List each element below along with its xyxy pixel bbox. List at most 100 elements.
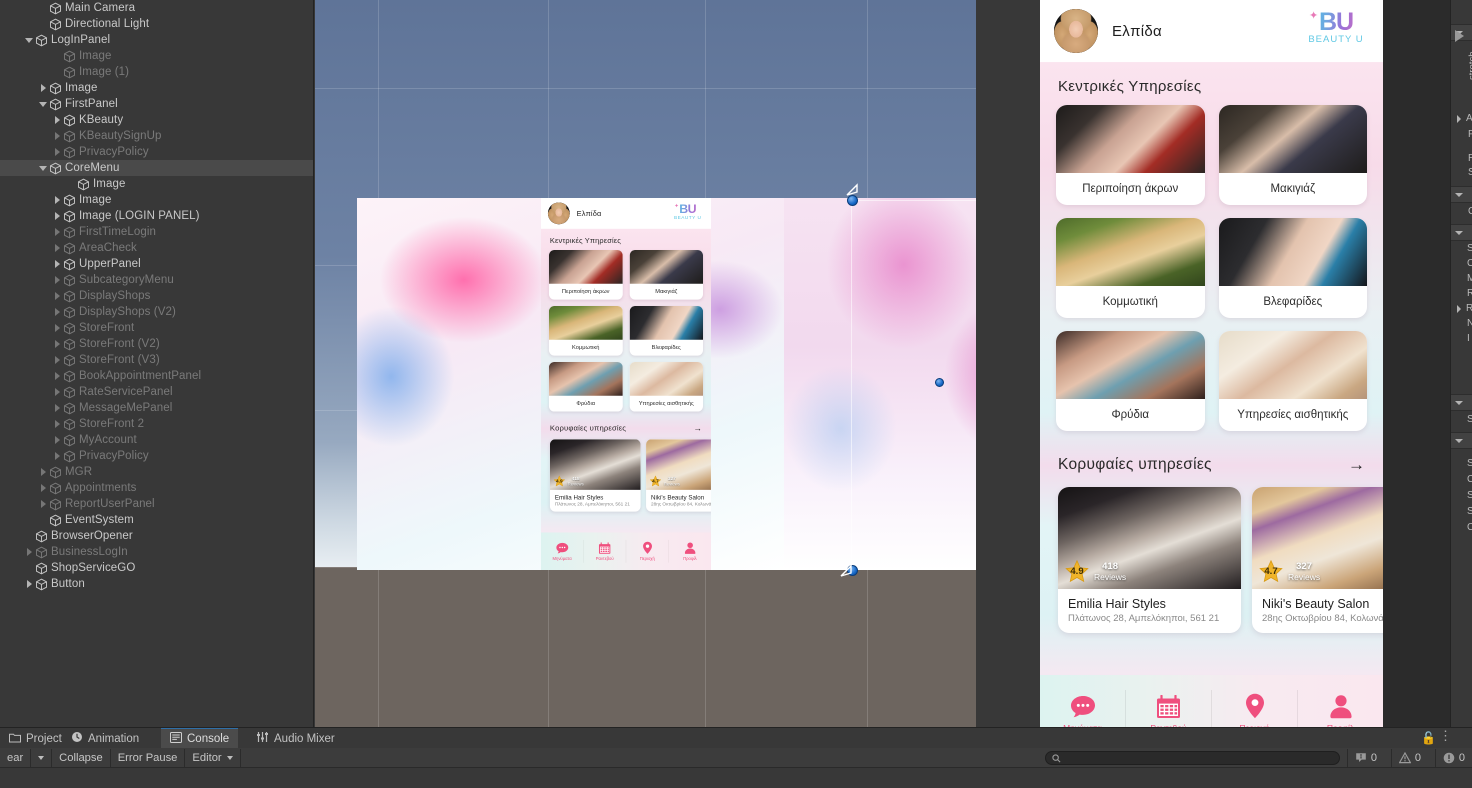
error-pause-button[interactable]: Error Pause (111, 748, 186, 767)
service-card[interactable]: Υπηρεσίες αισθητικής (629, 362, 704, 412)
hierarchy-item-storefront-v3[interactable]: StoreFront (V3) (0, 352, 313, 368)
hierarchy-item-myaccount[interactable]: MyAccount (0, 432, 313, 448)
top-services-list[interactable]: 4.9 418 Reviews Emilia Hair Styles Πλάτωνος … (1040, 487, 1383, 633)
inspector-section-header[interactable] (1451, 224, 1472, 241)
chevron-down-icon[interactable] (38, 163, 49, 174)
chevron-right-icon[interactable] (38, 83, 49, 94)
hierarchy-item-loginpanel[interactable]: LogInPanel (0, 32, 313, 48)
tab-audio-mixer[interactable]: Audio Mixer (247, 728, 344, 749)
hierarchy-item-button[interactable]: Button (0, 576, 313, 592)
chevron-right-icon[interactable] (38, 499, 49, 510)
inspector-panel[interactable]: stretch A P R S C S C M R R N I S S C S … (1450, 0, 1472, 727)
more-options-icon[interactable]: ⋮ (1439, 729, 1452, 742)
top-services-list[interactable]: 4.9 418 Reviews Emilia Hair Styles Πλάτωνος … (541, 439, 711, 512)
chevron-right-icon[interactable] (24, 547, 35, 558)
hierarchy-item-privacypolicy[interactable]: PrivacyPolicy (0, 144, 313, 160)
nav-item-location-pin[interactable]: Περιοχή (626, 541, 668, 561)
nav-item-calendar[interactable]: Ραντεβού (1126, 693, 1211, 727)
hierarchy-item-privacypolicy[interactable]: PrivacyPolicy (0, 448, 313, 464)
console-message-list[interactable] (0, 768, 1472, 788)
chevron-right-icon[interactable] (52, 371, 63, 382)
arrow-right-icon[interactable]: → (1348, 455, 1365, 475)
chevron-right-icon[interactable] (52, 275, 63, 286)
inspector-foldout-arrow[interactable] (1455, 305, 1463, 313)
hierarchy-item-storefront[interactable]: StoreFront (0, 320, 313, 336)
hierarchy-item-image[interactable]: Image (0, 176, 313, 192)
chevron-right-icon[interactable] (52, 195, 63, 206)
nav-item-calendar[interactable]: Ραντεβού (584, 541, 626, 561)
hierarchy-item-messagemepanel[interactable]: MessageMePanel (0, 400, 313, 416)
chevron-right-icon[interactable] (52, 435, 63, 446)
hierarchy-item-mgr[interactable]: MGR (0, 464, 313, 480)
collapse-button[interactable]: Collapse (52, 748, 111, 767)
hierarchy-item-image[interactable]: Image (0, 192, 313, 208)
avatar[interactable] (547, 202, 570, 225)
nav-item-chat-bubble[interactable]: Μηνύματα (541, 541, 583, 561)
chevron-right-icon[interactable] (52, 419, 63, 430)
tab-console[interactable]: Console (161, 728, 239, 749)
service-card[interactable]: Κομμωτική (548, 306, 623, 356)
avatar[interactable] (1054, 9, 1098, 53)
hierarchy-item-kbeautysignup[interactable]: KBeautySignUp (0, 128, 313, 144)
hierarchy-item-rateservicepanel[interactable]: RateServicePanel (0, 384, 313, 400)
service-card[interactable]: Περιποίηση άκρων (1056, 105, 1205, 205)
chevron-right-icon[interactable] (52, 259, 63, 270)
chevron-right-icon[interactable] (52, 307, 63, 318)
hierarchy-item-browseropener[interactable]: BrowserOpener (0, 528, 313, 544)
nav-item-location-pin[interactable]: Περιοχή (1212, 693, 1297, 727)
hierarchy-item-storefront-2[interactable]: StoreFront 2 (0, 416, 313, 432)
shop-card[interactable]: 4.7 327 Reviews Niki's Beauty Salon 28ης Οκτ… (1252, 487, 1383, 633)
hierarchy-item-displayshops[interactable]: DisplayShops (0, 288, 313, 304)
console-warning-counter[interactable]: 0 (1390, 749, 1428, 767)
shop-card[interactable]: 4.7 327 Reviews Niki's Beauty Salon 28ης Οκτ… (646, 439, 711, 512)
service-card[interactable]: Μακιγιάζ (1218, 105, 1367, 205)
editor-dropdown-button[interactable]: Editor (185, 748, 241, 767)
chevron-down-icon[interactable] (24, 35, 35, 46)
chevron-right-icon[interactable] (52, 339, 63, 350)
hierarchy-item-eventsystem[interactable]: EventSystem (0, 512, 313, 528)
tab-animation[interactable]: Animation (62, 728, 148, 749)
service-card[interactable]: Φρύδια (1056, 331, 1205, 431)
hierarchy-item-appointments[interactable]: Appointments (0, 480, 313, 496)
chevron-right-icon[interactable] (52, 243, 63, 254)
bottom-tab-bar[interactable]: Project Animation Console Audio Mixer (0, 727, 1472, 749)
lock-icon[interactable]: 🔓 (1421, 731, 1436, 745)
hierarchy-item-image-login-panel[interactable]: Image (LOGIN PANEL) (0, 208, 313, 224)
chevron-right-icon[interactable] (52, 451, 63, 462)
scene-view[interactable]: Ελπίδα ✦ BU BEAUTY U Κεντρικές Υπηρεσίες Περι… (315, 0, 976, 727)
service-card[interactable]: Περιποίηση άκρων (548, 250, 623, 300)
hierarchy-item-firstpanel[interactable]: FirstPanel (0, 96, 313, 112)
chevron-right-icon[interactable] (52, 211, 63, 222)
chevron-right-icon[interactable] (52, 387, 63, 398)
chevron-right-icon[interactable] (52, 131, 63, 142)
hierarchy-item-displayshops-v2[interactable]: DisplayShops (V2) (0, 304, 313, 320)
service-card[interactable]: Υπηρεσίες αισθητικής (1218, 331, 1367, 431)
console-info-counter[interactable]: 0 (1346, 749, 1384, 767)
hierarchy-item-image[interactable]: Image (0, 80, 313, 96)
hierarchy-item-upperpanel[interactable]: UpperPanel (0, 256, 313, 272)
service-card[interactable]: Μακιγιάζ (629, 250, 704, 300)
hierarchy-item-shopservicego[interactable]: ShopServiceGO (0, 560, 313, 576)
hierarchy-item-subcategorymenu[interactable]: SubcategoryMenu (0, 272, 313, 288)
hierarchy-panel[interactable]: Main Camera Directional Light LogInPanel Im… (0, 0, 314, 727)
game-view[interactable]: Ελπίδα ✦ BU BEAUTY U Κεντρικές Υπηρεσίες Περι… (1040, 0, 1383, 727)
service-card[interactable]: Φρύδια (548, 362, 623, 412)
chevron-right-icon[interactable] (52, 403, 63, 414)
hierarchy-item-coremenu[interactable]: CoreMenu (0, 160, 313, 176)
nav-item-person[interactable]: Προφίλ (669, 541, 711, 561)
inspector-section-header[interactable] (1451, 432, 1472, 449)
nav-item-chat-bubble[interactable]: Μηνύματα (1040, 693, 1125, 727)
console-error-counter[interactable]: 0 (1434, 749, 1472, 767)
chevron-right-icon[interactable] (24, 579, 35, 590)
hierarchy-item-bookappointmentpanel[interactable]: BookAppointmentPanel (0, 368, 313, 384)
chevron-right-icon[interactable] (52, 227, 63, 238)
hierarchy-item-main-camera[interactable]: Main Camera (0, 0, 313, 16)
hierarchy-item-image[interactable]: Image (0, 48, 313, 64)
nav-item-person[interactable]: Προφίλ (1298, 693, 1383, 727)
console-search-input[interactable] (1045, 751, 1340, 765)
service-card[interactable]: Βλεφαρίδες (1218, 218, 1367, 318)
chevron-right-icon[interactable] (38, 483, 49, 494)
selection-pivot-handle[interactable] (935, 378, 944, 387)
hierarchy-item-image-1[interactable]: Image (1) (0, 64, 313, 80)
inspector-section-header[interactable] (1451, 394, 1472, 411)
